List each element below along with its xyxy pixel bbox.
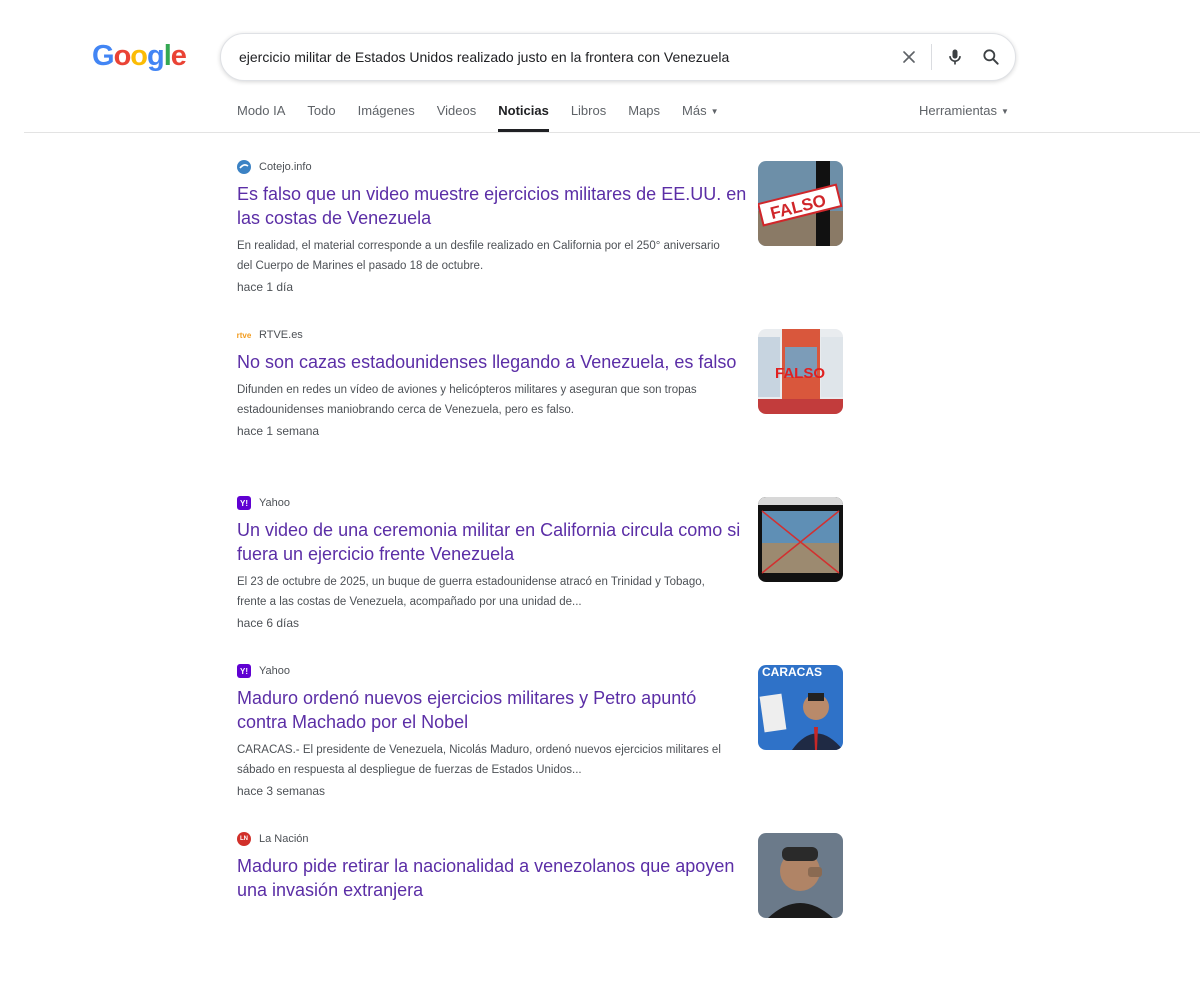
result-time: hace 1 semana — [237, 424, 320, 438]
yahoo-favicon-icon: Y! — [237, 664, 251, 678]
rtve-favicon-icon: rtve — [236, 330, 252, 340]
result-title-link[interactable]: Maduro pide retirar la nacionalidad a ve… — [237, 854, 747, 902]
source-name: Yahoo — [259, 665, 290, 677]
news-results: Cotejo.info Es falso que un video muestr… — [237, 157, 857, 997]
tab-videos[interactable]: Videos — [437, 94, 477, 132]
logo-letter: o — [130, 40, 148, 72]
source-name: Cotejo.info — [259, 161, 312, 173]
microphone-icon[interactable] — [943, 45, 967, 69]
yahoo-favicon-icon: Y! — [237, 496, 251, 510]
news-result: rtve RTVE.es No son cazas estadounidense… — [237, 325, 857, 493]
logo-letter: g — [147, 40, 165, 72]
caret-down-icon: ▼ — [1001, 106, 1009, 116]
result-time: hace 1 día — [237, 280, 294, 294]
news-result: LN La Nación Maduro pide retirar la naci… — [237, 829, 857, 997]
result-title-link[interactable]: Es falso que un video muestre ejercicios… — [237, 182, 747, 230]
search-input[interactable] — [239, 34, 879, 80]
result-snippet: CARACAS.- El presidente de Venezuela, Ni… — [237, 744, 721, 776]
caret-down-icon: ▼ — [710, 106, 719, 116]
search-box — [220, 33, 1016, 81]
source-name: La Nación — [259, 833, 309, 845]
result-time: hace 6 días — [237, 616, 300, 630]
clear-icon[interactable] — [897, 45, 921, 69]
result-title-link[interactable]: Un video de una ceremonia militar en Cal… — [237, 518, 747, 566]
result-thumbnail[interactable] — [758, 497, 843, 582]
result-thumbnail[interactable]: FALSO — [758, 161, 843, 246]
tab-noticias[interactable]: Noticias — [498, 94, 549, 132]
result-thumbnail[interactable] — [758, 833, 843, 918]
tab-libros[interactable]: Libros — [571, 94, 606, 132]
news-result: Y! Yahoo Un video de una ceremonia milit… — [237, 493, 857, 661]
result-snippet: Difunden en redes un vídeo de aviones y … — [237, 384, 697, 416]
logo-letter: o — [113, 40, 132, 72]
news-result: Cotejo.info Es falso que un video muestr… — [237, 157, 857, 325]
logo-letter: e — [170, 40, 187, 72]
logo-letter: l — [163, 40, 172, 72]
google-logo[interactable]: Google — [92, 38, 187, 74]
tab-todo[interactable]: Todo — [307, 94, 335, 132]
result-title-link[interactable]: No son cazas estadounidenses llegando a … — [237, 350, 747, 374]
cotejo-favicon-icon — [237, 160, 251, 174]
result-title-link[interactable]: Maduro ordenó nuevos ejercicios militare… — [237, 686, 747, 734]
source-name: Yahoo — [259, 497, 290, 509]
tab-modo-ia[interactable]: Modo IA — [237, 94, 285, 132]
lanacion-favicon-icon: LN — [237, 832, 251, 846]
search-icon[interactable] — [979, 45, 1003, 69]
result-thumbnail[interactable]: FALSO — [758, 329, 843, 414]
search-tabs: Modo IA Todo Imágenes Videos Noticias Li… — [237, 94, 741, 132]
tools-button[interactable]: Herramientas ▼ — [919, 94, 1009, 128]
news-result: Y! Yahoo Maduro ordenó nuevos ejercicios… — [237, 661, 857, 829]
result-thumbnail[interactable]: CARACAS — [758, 665, 843, 750]
logo-letter: G — [92, 40, 115, 72]
tools-label: Herramientas — [919, 103, 998, 118]
result-snippet: En realidad, el material corresponde a u… — [237, 240, 720, 272]
tab-mas-label: Más — [682, 103, 707, 118]
thumb-falso-text: FALSO — [775, 365, 825, 382]
header-divider — [24, 132, 1200, 133]
tab-imagenes[interactable]: Imágenes — [358, 94, 415, 132]
tab-maps[interactable]: Maps — [628, 94, 660, 132]
result-snippet: El 23 de octubre de 2025, un buque de gu… — [237, 576, 705, 608]
tab-mas[interactable]: Más ▼ — [682, 94, 718, 132]
source-name: RTVE.es — [259, 329, 303, 341]
result-time: hace 3 semanas — [237, 784, 326, 798]
search-divider — [931, 44, 932, 70]
thumb-caracas-text: CARACAS — [762, 665, 822, 679]
